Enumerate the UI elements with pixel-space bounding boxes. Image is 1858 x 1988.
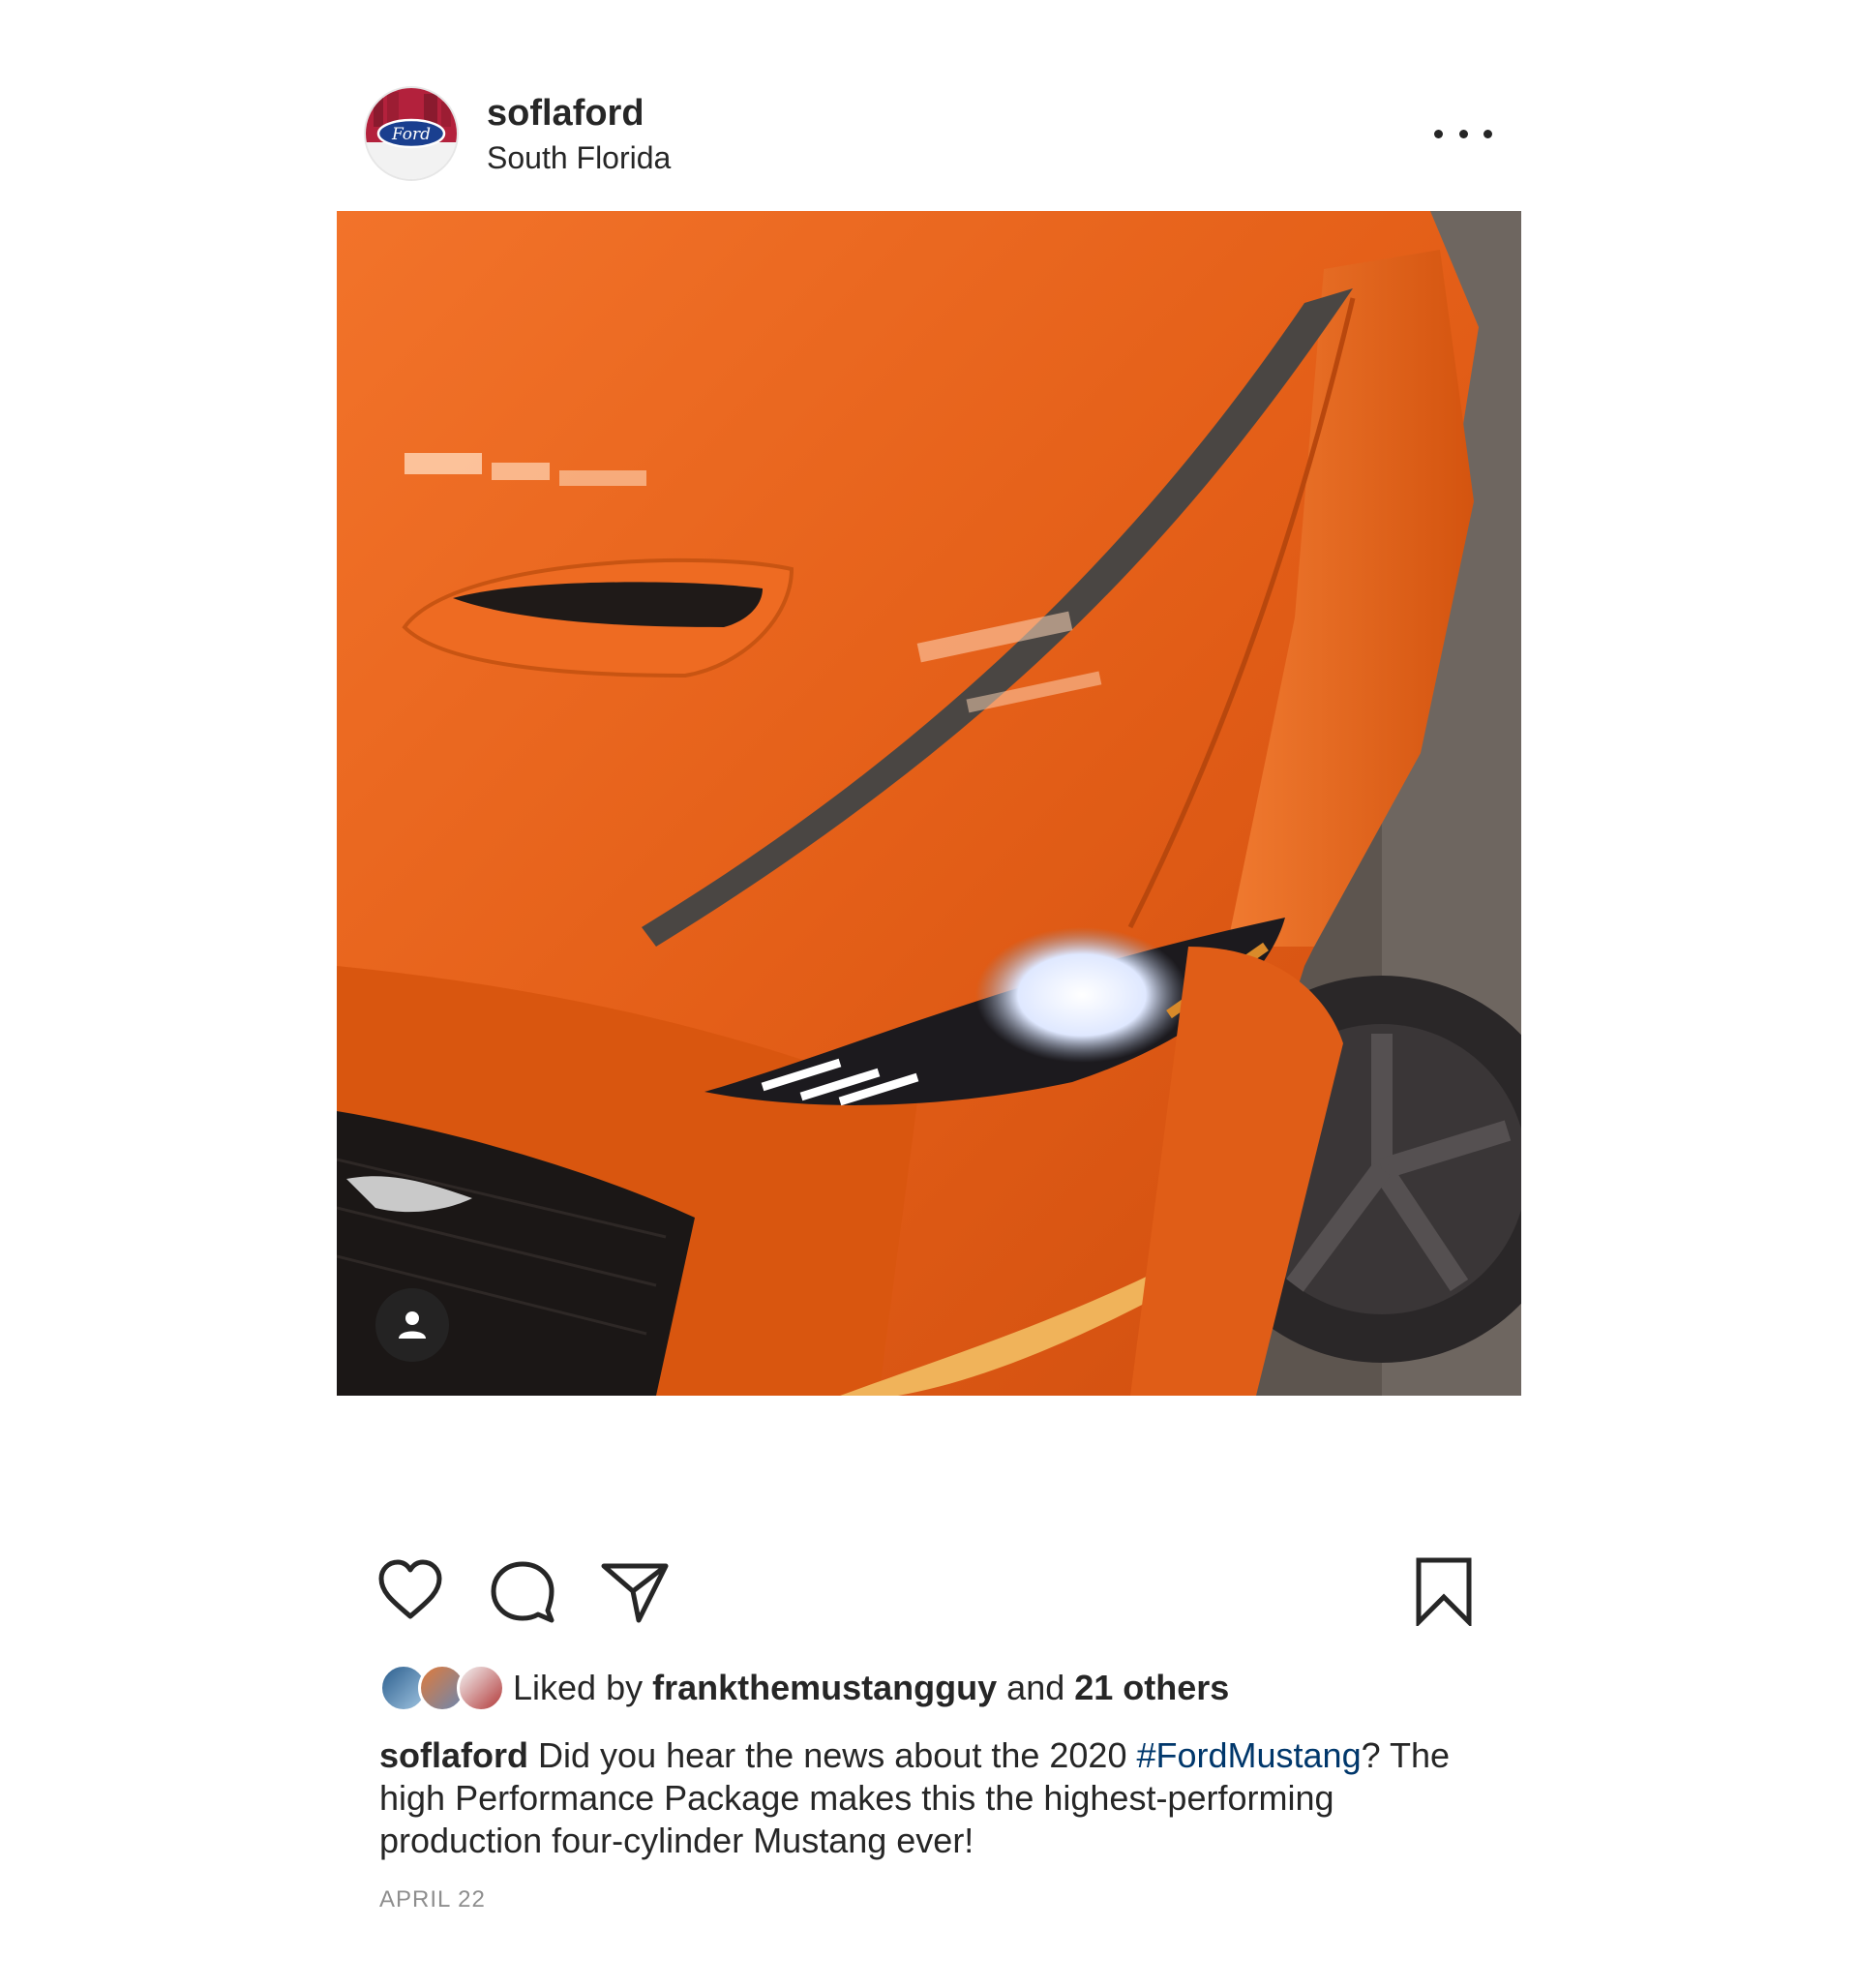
bookmark-icon[interactable] [1409, 1556, 1479, 1629]
paper-plane-icon[interactable] [600, 1556, 670, 1626]
post-date[interactable]: APRIL 22 [379, 1885, 486, 1914]
more-options-icon[interactable] [1434, 118, 1492, 149]
user-tag-icon[interactable] [375, 1288, 449, 1362]
likes-conjunction: and [1006, 1668, 1065, 1707]
ford-logo-icon: Ford [366, 88, 457, 179]
likes-row: Liked by frankthemustangguy and 21 other… [379, 1661, 1229, 1715]
heart-icon-svg [378, 1559, 442, 1619]
caption-text-before: Did you hear the news about the 2020 [538, 1735, 1127, 1775]
more-dot [1434, 129, 1443, 138]
share-icon-svg [601, 1563, 669, 1623]
likes-others-link[interactable]: 21 others [1074, 1668, 1229, 1707]
person-icon [399, 1311, 426, 1339]
action-bar [375, 1556, 1479, 1629]
svg-text:Ford: Ford [391, 125, 431, 144]
more-dot [1458, 129, 1468, 138]
post-caption: soflaford Did you hear the news about th… [379, 1734, 1502, 1862]
post-image[interactable] [337, 211, 1521, 1396]
caption-hashtag[interactable]: #FordMustang [1136, 1735, 1361, 1775]
likes-summary: Liked by frankthemustangguy and 21 other… [513, 1667, 1229, 1709]
car-photo [337, 211, 1521, 1396]
post-location[interactable]: South Florida [487, 138, 671, 177]
more-dot [1483, 129, 1492, 138]
comment-icon-svg [491, 1561, 554, 1623]
liker-username[interactable]: frankthemustangguy [652, 1668, 997, 1707]
comment-icon[interactable] [488, 1556, 557, 1626]
caption-username[interactable]: soflaford [379, 1735, 528, 1775]
likes-prefix: Liked by [513, 1668, 644, 1707]
liker-avatars[interactable] [379, 1661, 505, 1715]
instagram-post: Ford soflaford South Florida Liked by fr… [0, 0, 1858, 1988]
post-username[interactable]: soflaford [487, 91, 644, 136]
bookmark-icon-svg [1416, 1557, 1472, 1629]
avatar[interactable]: Ford [366, 88, 457, 179]
heart-icon[interactable] [375, 1556, 445, 1626]
liker-avatar [457, 1664, 505, 1712]
